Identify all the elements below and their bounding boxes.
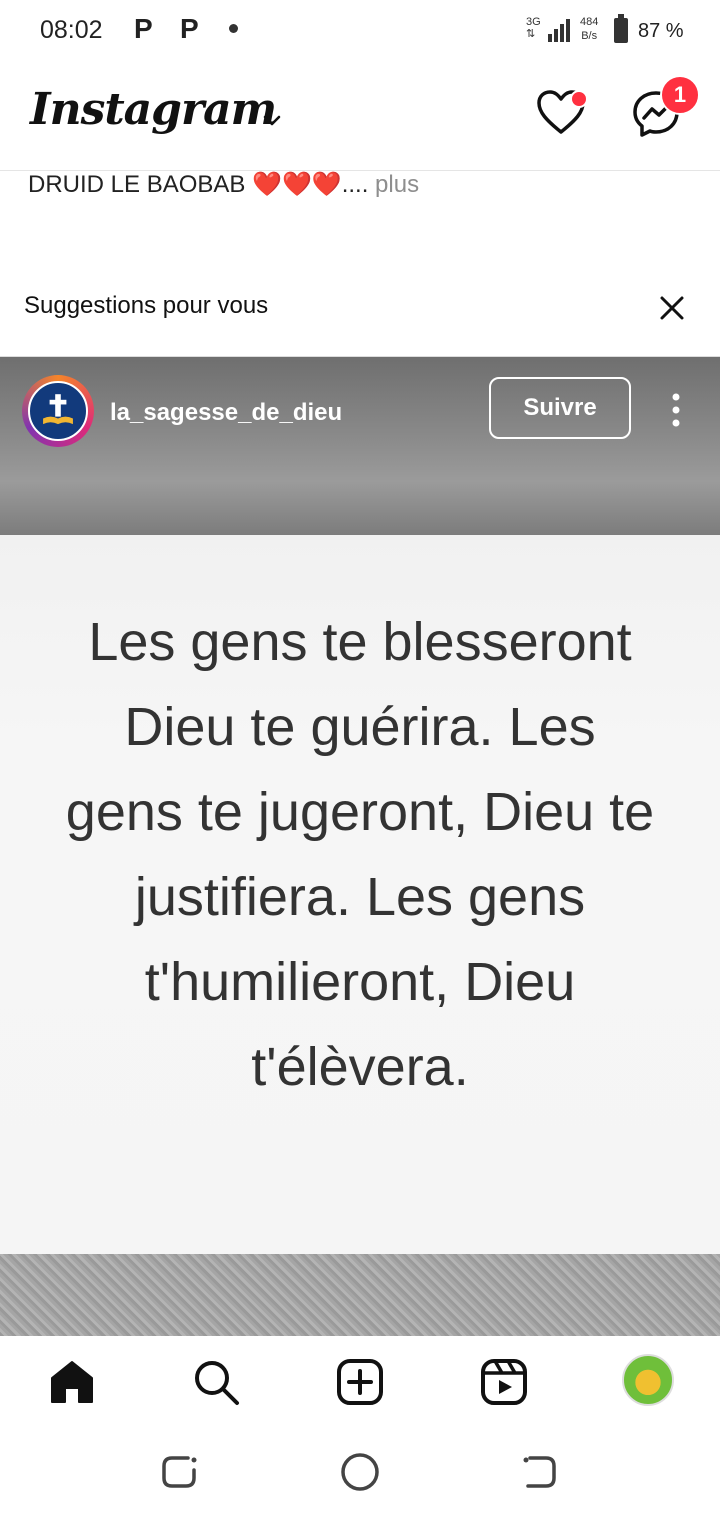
messages-badge: 1 (660, 75, 700, 115)
close-icon[interactable] (658, 294, 686, 322)
app-header: Instagram 1 (0, 62, 720, 171)
home-button-icon[interactable] (338, 1450, 382, 1494)
caption-more-link[interactable]: plus (368, 171, 419, 198)
bottom-nav (0, 1336, 720, 1428)
notification-icon: P (134, 13, 153, 44)
caption-text: DRUID LE BAOBAB ❤️❤️❤️.... (28, 171, 369, 198)
account-avatar[interactable] (28, 381, 88, 441)
reels-icon[interactable] (478, 1356, 530, 1408)
post-image-bottom (0, 1254, 720, 1336)
previous-post-caption[interactable]: DRUID LE BAOBAB ❤️❤️❤️.... plus (28, 170, 419, 199)
battery-percent: 87 % (638, 20, 684, 42)
more-options-icon[interactable] (670, 392, 682, 428)
profile-avatar[interactable] (622, 1354, 674, 1406)
status-time: 08:02 (40, 16, 103, 44)
search-icon[interactable] (190, 1356, 242, 1408)
activity-dot (570, 90, 588, 108)
home-icon[interactable] (46, 1356, 98, 1408)
recents-icon[interactable] (158, 1450, 202, 1494)
chevron-down-icon[interactable] (260, 108, 284, 132)
network-type: 3G ⇅ (526, 16, 541, 40)
suggestions-title: Suggestions pour vous (24, 292, 269, 319)
system-nav (0, 1428, 720, 1520)
instagram-logo[interactable]: Instagram (30, 84, 277, 135)
status-bar: 08:02 P P 3G ⇅ 484 B/s 87 % (0, 0, 720, 62)
more-notifications-dot (229, 24, 238, 33)
battery-icon (614, 14, 628, 43)
back-icon[interactable] (518, 1450, 562, 1494)
follow-button[interactable]: Suivre (489, 377, 631, 439)
post-username[interactable]: la_sagesse_de_dieu (110, 399, 342, 427)
network-speed: 484 B/s (580, 16, 599, 42)
signal-icon (548, 19, 570, 42)
notification-icon: P (180, 13, 199, 44)
create-icon[interactable] (334, 1356, 386, 1408)
post-quote-text: Les gens te blesseront Dieu te guérira. … (65, 612, 655, 1097)
